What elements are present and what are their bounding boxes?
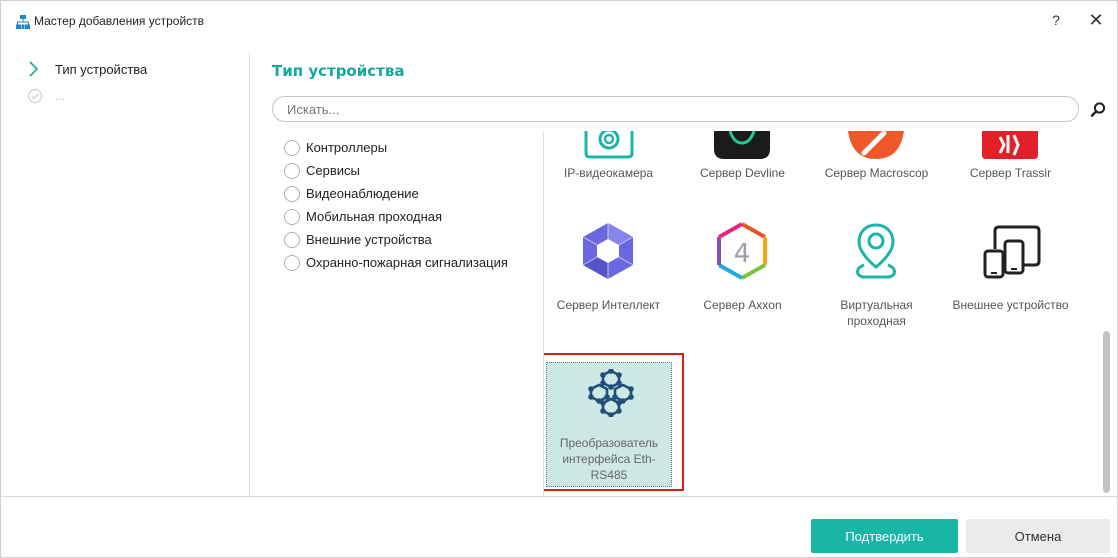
devices-icon bbox=[983, 225, 1041, 279]
location-pin-icon bbox=[856, 223, 896, 279]
wizard-steps: Тип устройства ... bbox=[1, 51, 249, 496]
footer-divider bbox=[1, 496, 1118, 497]
device-wizard-window: Мастер добавления устройств ? ✕ Тип устр… bbox=[0, 0, 1118, 558]
device-label: Сервер Devline bbox=[700, 166, 785, 180]
help-button[interactable]: ? bbox=[1046, 10, 1066, 30]
device-grid-scrollbar[interactable] bbox=[1103, 331, 1110, 493]
device-label: Сервер Macroscop bbox=[824, 166, 929, 180]
radio-button[interactable] bbox=[284, 209, 300, 225]
devline-logo-icon bbox=[714, 131, 770, 159]
device-tile-external-device[interactable]: Внешнее устройство bbox=[948, 219, 1073, 339]
radio-button[interactable] bbox=[284, 163, 300, 179]
macroscop-logo-icon bbox=[848, 131, 904, 159]
section-title: Тип устройства bbox=[272, 62, 405, 80]
trassir-logo-icon bbox=[982, 131, 1038, 159]
device-grid: IP-видеокамера Сервер Devline Сервер Mac… bbox=[543, 131, 1113, 496]
device-tile-ip-camera[interactable]: IP-видеокамера bbox=[546, 131, 671, 191]
device-label: Сервер Trassir bbox=[969, 166, 1052, 180]
device-label: IP-видеокамера bbox=[563, 166, 654, 180]
device-tile-intellect[interactable]: Сервер Интеллект bbox=[546, 219, 671, 339]
device-label: Сервер Интеллект bbox=[556, 298, 661, 312]
device-label: Преобразователь интерфейса Eth-RS485 bbox=[559, 436, 659, 482]
search-icon[interactable] bbox=[1089, 101, 1107, 119]
network-tree-icon bbox=[16, 15, 30, 29]
radio-button[interactable] bbox=[284, 140, 300, 156]
cancel-button[interactable]: Отмена bbox=[966, 519, 1110, 553]
intellect-logo-icon bbox=[582, 223, 634, 279]
category-label: Контроллеры bbox=[306, 140, 388, 155]
device-tile-axxon[interactable]: 4 Сервер Axxon bbox=[680, 219, 805, 339]
sidebar-divider bbox=[249, 53, 250, 496]
device-label: Сервер Axxon bbox=[703, 298, 782, 312]
svg-text:4: 4 bbox=[734, 239, 751, 269]
axxon-logo-icon: 4 bbox=[717, 222, 767, 280]
device-tile-virtual-checkpoint[interactable]: Виртуальная проходная bbox=[814, 219, 939, 339]
network-hex-icon bbox=[588, 369, 634, 417]
device-label: Внешнее устройство bbox=[952, 298, 1069, 312]
device-tile-eth-rs485-highlight: Преобразователь интерфейса Eth-RS485 bbox=[544, 353, 684, 491]
device-tile-devline[interactable]: Сервер Devline bbox=[680, 131, 805, 191]
category-label: Сервисы bbox=[306, 163, 360, 178]
ip-camera-icon bbox=[584, 131, 634, 159]
radio-button[interactable] bbox=[284, 186, 300, 202]
window-title: Мастер добавления устройств bbox=[34, 14, 205, 28]
chevron-right-icon bbox=[29, 61, 39, 77]
search-input[interactable] bbox=[287, 101, 1057, 118]
device-tile-eth-rs485[interactable]: Преобразователь интерфейса Eth-RS485 bbox=[546, 362, 672, 487]
search-box[interactable] bbox=[272, 96, 1079, 122]
category-label: Охранно-пожарная сигнализация bbox=[306, 255, 508, 270]
device-tile-trassir[interactable]: Сервер Trassir bbox=[948, 131, 1073, 191]
category-label: Видеонаблюдение bbox=[306, 186, 419, 201]
check-circle-icon bbox=[27, 88, 43, 104]
step-label: Тип устройства bbox=[55, 62, 148, 77]
radio-button[interactable] bbox=[284, 232, 300, 248]
radio-button[interactable] bbox=[284, 255, 300, 271]
close-button[interactable]: ✕ bbox=[1085, 10, 1107, 32]
step-label: ... bbox=[55, 89, 66, 103]
confirm-button[interactable]: Подтвердить bbox=[811, 519, 958, 553]
device-tile-macroscop[interactable]: Сервер Macroscop bbox=[814, 131, 939, 191]
title-bar: Мастер добавления устройств ? ✕ bbox=[1, 1, 1118, 41]
category-label: Мобильная проходная bbox=[306, 209, 443, 224]
category-label: Внешние устройства bbox=[306, 232, 432, 247]
device-label: Виртуальная проходная bbox=[840, 298, 913, 328]
